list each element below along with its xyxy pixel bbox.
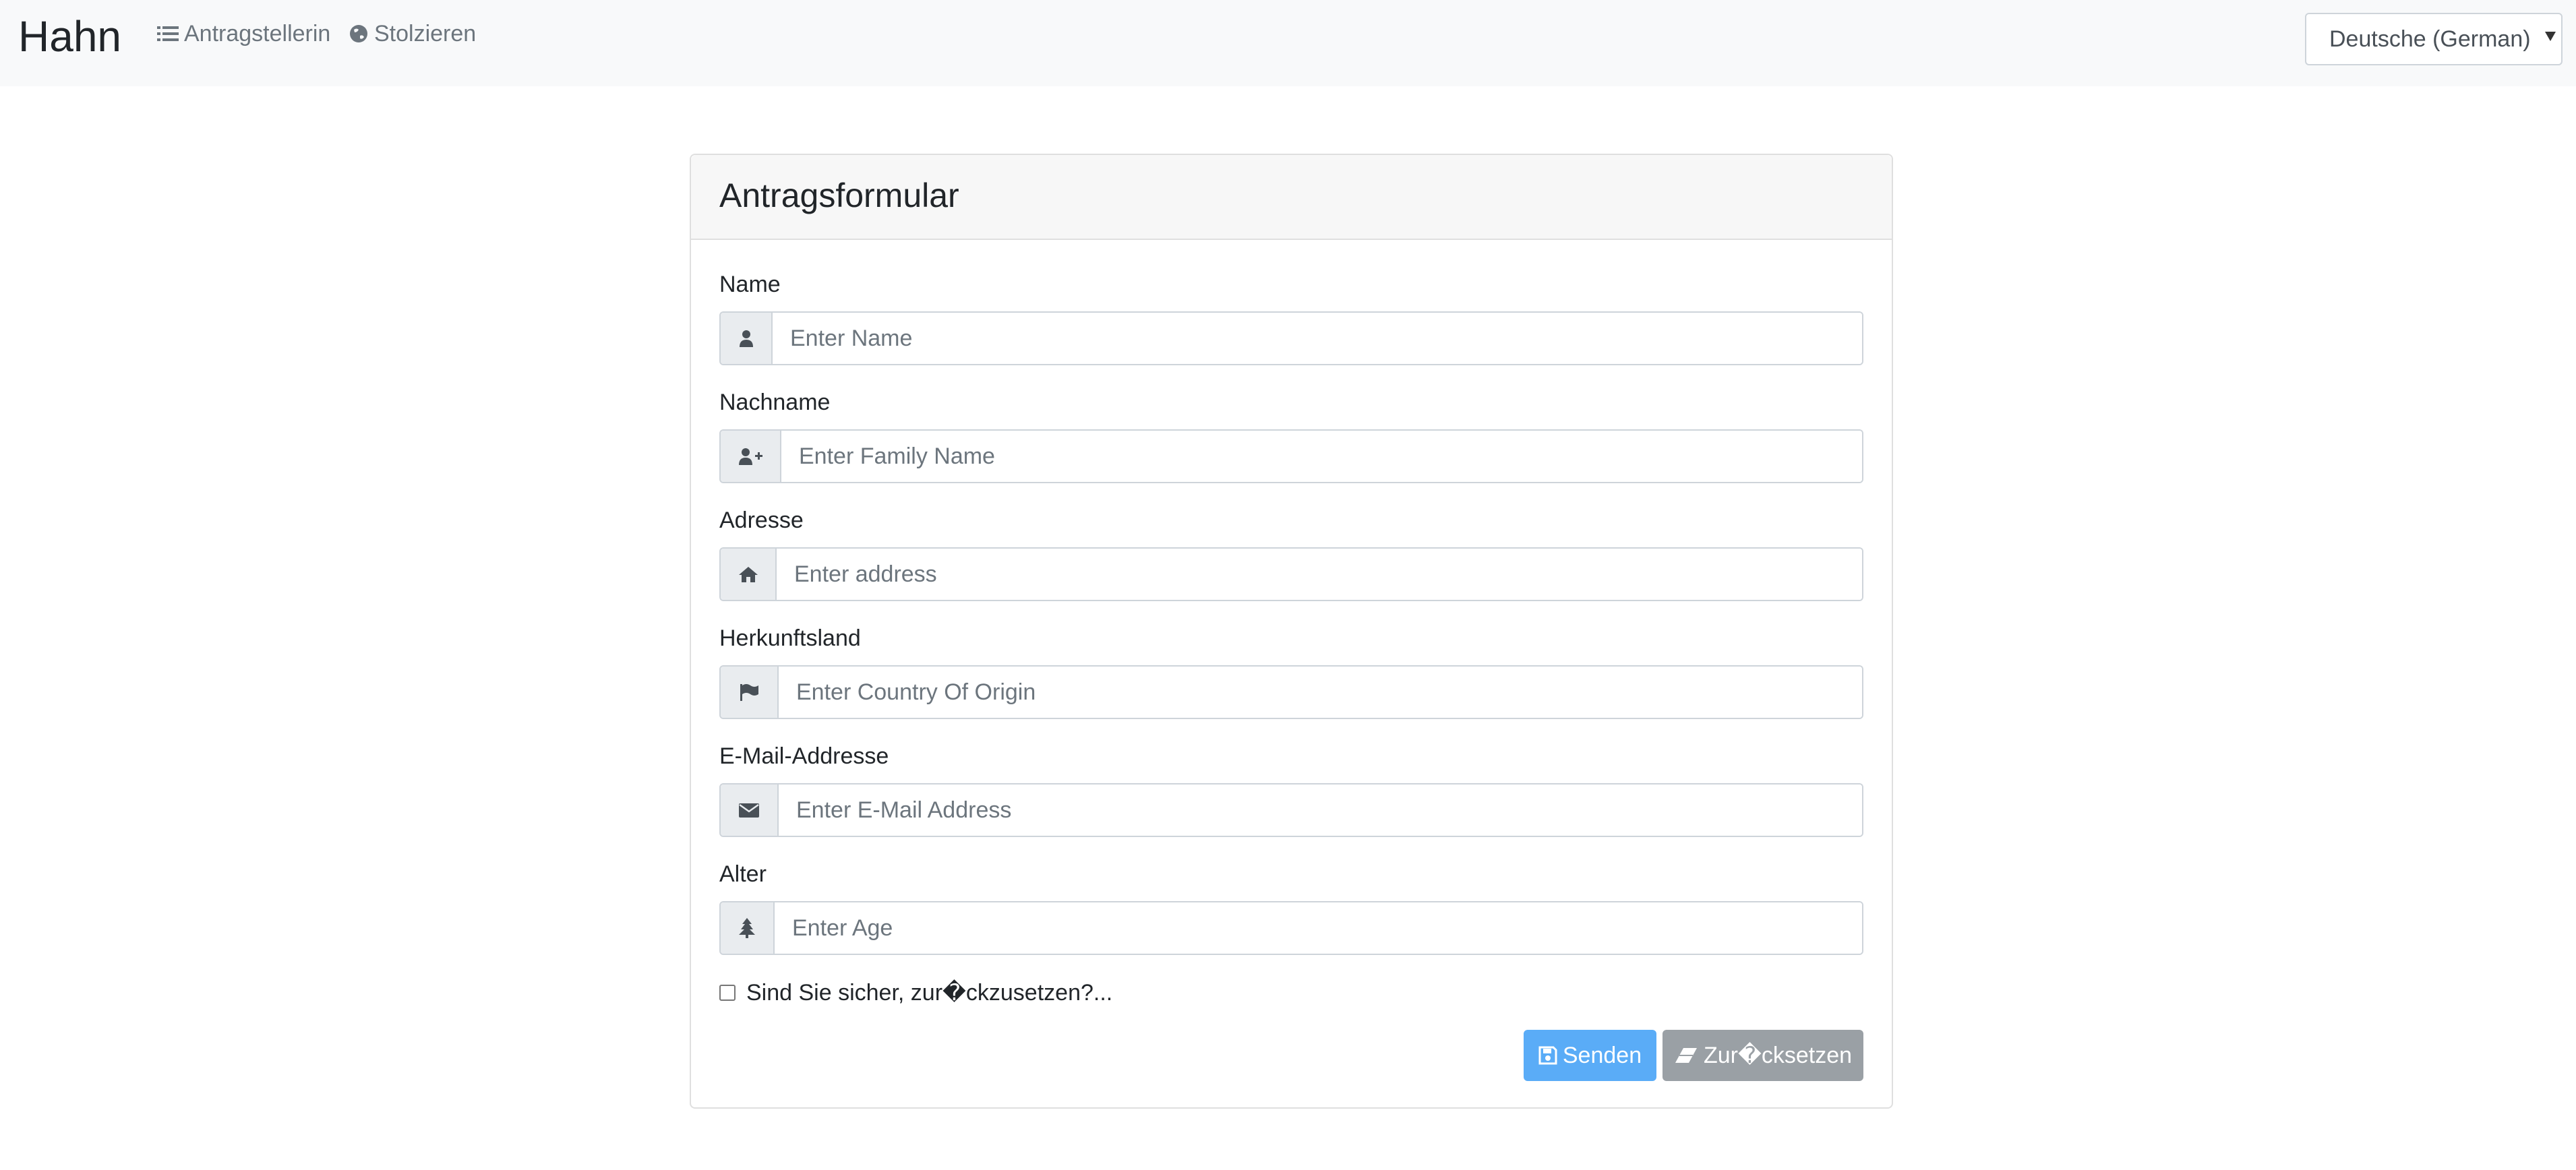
- list-icon: [157, 26, 179, 41]
- save-icon: [1538, 1046, 1557, 1065]
- nav-link-strut-label: Stolzieren: [374, 21, 477, 47]
- address-input[interactable]: [777, 549, 1862, 600]
- email-addon: [721, 784, 779, 836]
- name-input[interactable]: [773, 313, 1862, 364]
- country-addon: [721, 667, 779, 718]
- confirm-reset-label: Sind Sie sicher, zur�ckzusetzen?...: [746, 980, 1113, 1006]
- nav-link-applicants-label: Antragstellerin: [184, 21, 331, 47]
- envelope-icon: [739, 803, 759, 818]
- reset-button[interactable]: Zur�cksetzen: [1663, 1030, 1863, 1081]
- address-input-group: [719, 547, 1863, 601]
- language-select[interactable]: Deutsche (German): [2305, 13, 2563, 65]
- reset-button-label: Zur�cksetzen: [1703, 1043, 1853, 1068]
- country-label: Herkunftsland: [719, 625, 861, 651]
- tree-icon: [739, 918, 755, 938]
- language-select-value: Deutsche (German): [2329, 26, 2531, 52]
- age-label: Alter: [719, 861, 767, 887]
- card-header: Antragsformular: [691, 155, 1892, 240]
- name-input-group: [719, 311, 1863, 365]
- age-addon: [721, 902, 775, 954]
- user-plus-icon: [739, 448, 762, 465]
- nav-link-strut[interactable]: Stolzieren: [349, 18, 476, 50]
- name-addon: [721, 313, 773, 364]
- confirm-reset-checkbox[interactable]: [719, 985, 736, 1001]
- family-name-label: Nachname: [719, 390, 831, 415]
- age-input-group: [719, 901, 1863, 955]
- confirm-reset-row: Sind Sie sicher, zur�ckzusetzen?...: [719, 979, 1112, 1006]
- email-input[interactable]: [779, 784, 1862, 836]
- eraser-icon: [1675, 1048, 1697, 1063]
- flag-icon: [740, 684, 758, 701]
- email-label: E-Mail-Addresse: [719, 743, 889, 769]
- send-button[interactable]: Senden: [1524, 1030, 1656, 1081]
- home-icon: [738, 567, 758, 582]
- globe-icon: [350, 25, 367, 42]
- user-icon: [739, 330, 753, 347]
- navbar: Hahn Antragstellerin Stolzieren Deutsche…: [0, 0, 2576, 86]
- family-name-input-group: [719, 429, 1863, 483]
- address-label: Adresse: [719, 507, 804, 533]
- family-name-addon: [721, 431, 781, 482]
- email-input-group: [719, 783, 1863, 837]
- family-name-input[interactable]: [781, 431, 1862, 482]
- chevron-down-icon: [2545, 32, 2556, 41]
- brand-logo[interactable]: Hahn: [18, 9, 121, 63]
- name-label: Name: [719, 272, 781, 297]
- application-form-card: Antragsformular Name Nachname Adresse: [690, 154, 1893, 1109]
- address-addon: [721, 549, 777, 600]
- send-button-label: Senden: [1562, 1042, 1642, 1068]
- country-input-group: [719, 665, 1863, 719]
- nav-link-applicants[interactable]: Antragstellerin: [157, 18, 330, 50]
- form-title: Antragsformular: [719, 177, 959, 214]
- age-input[interactable]: [775, 902, 1862, 954]
- country-input[interactable]: [779, 667, 1862, 718]
